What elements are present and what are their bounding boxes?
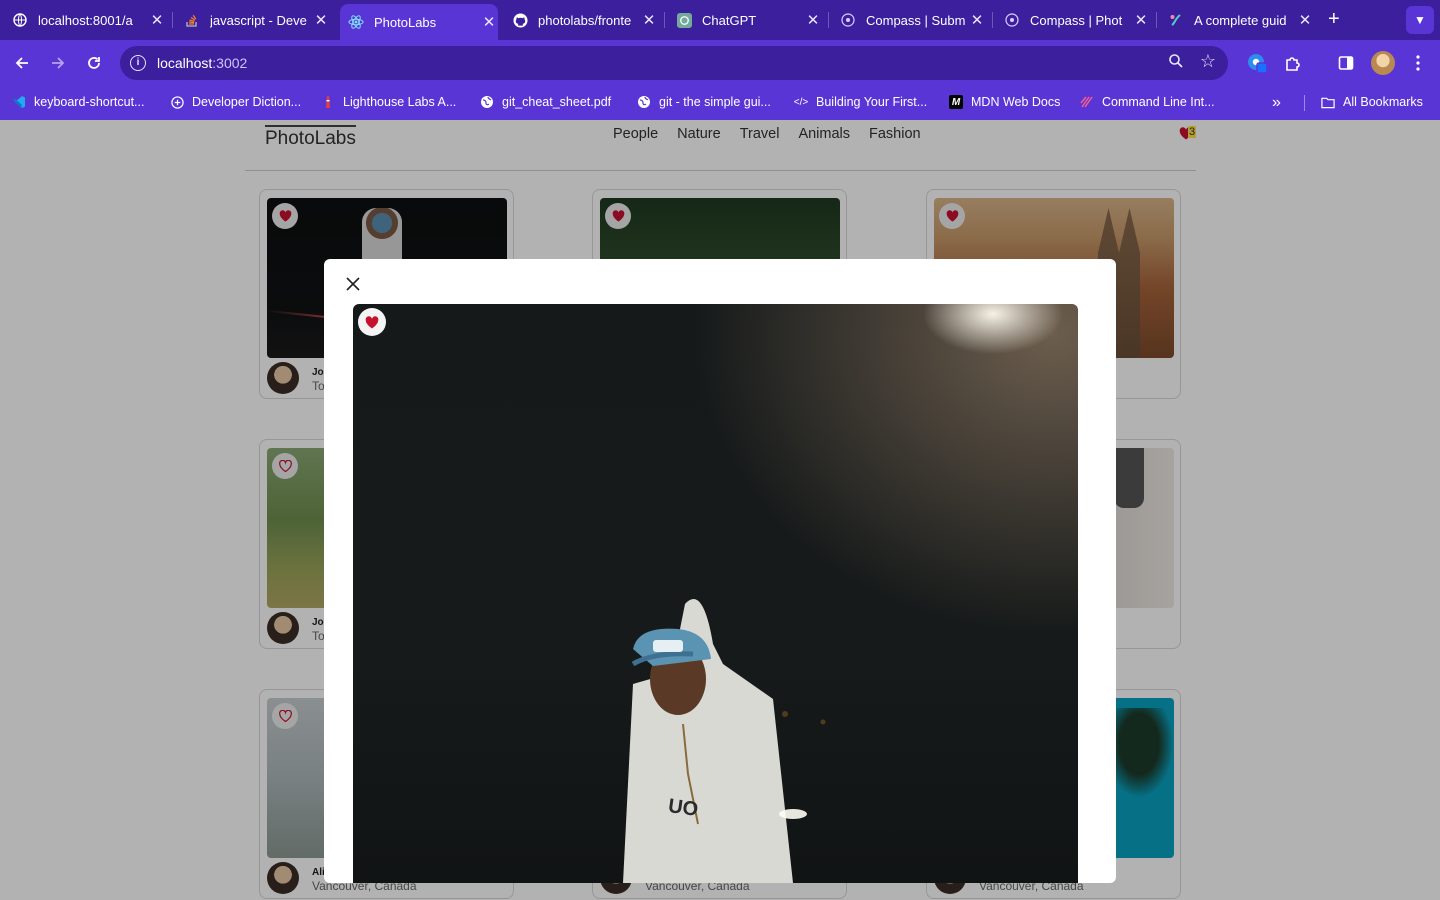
extension-chrome-icon[interactable] <box>1246 52 1268 74</box>
tab-search-button[interactable]: ▼ <box>1406 6 1434 34</box>
arrow-right-icon <box>52 57 65 69</box>
tab-compass-photo[interactable]: Compass | Phot ✕ <box>1004 6 1150 34</box>
folder-icon <box>1321 95 1335 109</box>
tab-javascript[interactable]: javascript - Deve ✕ <box>184 6 330 34</box>
site-info-icon[interactable]: i <box>130 55 146 71</box>
reload-button[interactable] <box>83 52 105 74</box>
tab-divider <box>992 12 993 28</box>
url-text[interactable]: localhost:3002 <box>157 55 247 71</box>
tab-divider <box>1156 12 1157 28</box>
guide-icon <box>1168 12 1184 28</box>
compass-icon <box>1004 12 1020 28</box>
tab-compass-submit[interactable]: Compass | Subm ✕ <box>840 6 986 34</box>
heart-icon <box>365 315 379 328</box>
vscode-icon <box>12 95 26 109</box>
photo-subject: UO <box>623 599 826 883</box>
tab-localhost-8001[interactable]: localhost:8001/a ✕ <box>12 6 166 34</box>
globe-icon <box>480 95 494 109</box>
lighthouse-icon <box>321 95 335 109</box>
bookmark-developer-dictionary[interactable]: Developer Diction... <box>170 95 301 109</box>
chatgpt-icon <box>676 12 692 28</box>
close-tab-icon[interactable]: ✕ <box>1132 11 1150 29</box>
zoom-icon[interactable] <box>1168 53 1184 74</box>
modal-main-photo: UO <box>353 304 1078 883</box>
close-tab-icon[interactable]: ✕ <box>640 11 658 29</box>
side-panel-icon[interactable] <box>1335 52 1357 74</box>
modal-favorite-button[interactable] <box>358 308 386 336</box>
tab-complete-guide[interactable]: A complete guid ✕ <box>1168 6 1314 34</box>
close-tab-icon[interactable]: ✕ <box>804 11 822 29</box>
tab-strip: localhost:8001/a ✕ javascript - Deve ✕ P… <box>0 0 1440 40</box>
tab-github[interactable]: photolabs/fronte ✕ <box>512 6 658 34</box>
new-tab-button[interactable]: + <box>1328 8 1340 30</box>
stackoverflow-icon <box>184 12 200 28</box>
github-icon <box>512 12 528 28</box>
globe-icon <box>12 12 28 28</box>
bookmark-lighthouse-labs[interactable]: Lighthouse Labs A... <box>321 95 456 109</box>
tab-chatgpt[interactable]: ChatGPT ✕ <box>676 6 822 34</box>
compass-icon <box>840 12 856 28</box>
cli-icon <box>1080 95 1094 109</box>
reload-icon <box>88 57 100 69</box>
close-modal-button[interactable] <box>342 273 364 295</box>
bookmark-building-your-first[interactable]: </> Building Your First... <box>794 95 927 109</box>
forward-button[interactable] <box>47 52 69 74</box>
photolabs-page: PhotoLabs People Nature Travel Animals F… <box>0 120 1440 900</box>
bookmark-star-icon[interactable]: ☆ <box>1200 51 1216 72</box>
more-bookmarks-chevron-icon[interactable]: » <box>1272 94 1281 112</box>
arrow-left-icon <box>15 57 28 69</box>
plus-circle-icon <box>170 95 184 109</box>
code-icon: </> <box>793 96 809 108</box>
close-tab-icon[interactable]: ✕ <box>968 11 986 29</box>
close-tab-icon[interactable]: ✕ <box>1296 11 1314 29</box>
address-bar[interactable]: i localhost:3002 ☆ <box>120 46 1228 80</box>
tab-divider <box>828 12 829 28</box>
browser-toolbar: i localhost:3002 ☆ <box>0 40 1440 86</box>
close-tab-icon[interactable]: ✕ <box>148 11 166 29</box>
close-tab-icon[interactable]: ✕ <box>312 11 330 29</box>
close-tab-icon[interactable]: ✕ <box>480 13 498 31</box>
bookmark-keyboard-shortcuts[interactable]: keyboard-shortcut... <box>12 95 144 109</box>
bookmark-mdn-web-docs[interactable]: M MDN Web Docs <box>949 95 1060 109</box>
bookmark-command-line[interactable]: Command Line Int... <box>1080 95 1215 109</box>
react-icon <box>348 14 364 30</box>
svg-text:UO: UO <box>667 795 700 821</box>
back-button[interactable] <box>11 52 33 74</box>
all-bookmarks-button[interactable]: All Bookmarks <box>1321 95 1423 109</box>
menu-kebab-icon[interactable] <box>1407 52 1429 74</box>
photo-details-modal: UO <box>324 259 1116 883</box>
tab-divider <box>172 12 173 28</box>
chevron-down-icon: ▼ <box>1414 13 1426 27</box>
tab-photolabs[interactable]: PhotoLabs ✕ <box>340 4 498 40</box>
extensions-puzzle-icon[interactable] <box>1282 52 1304 74</box>
tab-divider <box>664 12 665 28</box>
bookmarks-bar: keyboard-shortcut... Developer Diction..… <box>0 86 1440 120</box>
profile-avatar[interactable] <box>1371 51 1395 75</box>
bookmark-git-cheat-sheet[interactable]: git_cheat_sheet.pdf <box>480 95 611 109</box>
close-icon <box>346 277 360 291</box>
mdn-icon: M <box>949 95 963 109</box>
bookmark-git-simple-guide[interactable]: git - the simple gui... <box>637 95 771 109</box>
bookmarks-divider <box>1304 95 1305 111</box>
globe-icon <box>637 95 651 109</box>
